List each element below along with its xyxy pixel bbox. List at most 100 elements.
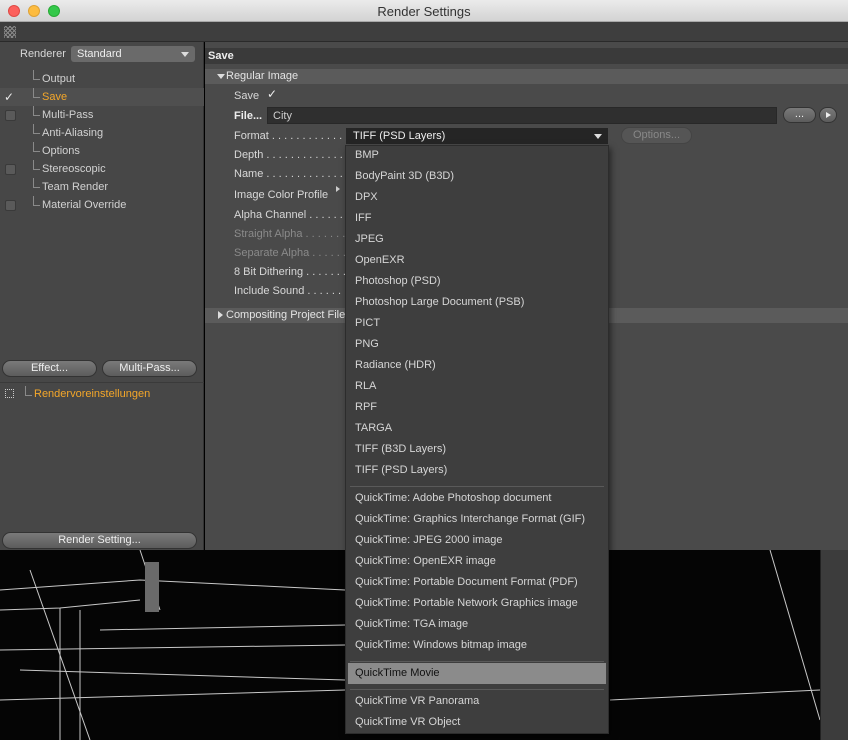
tree-branch-line — [33, 106, 40, 116]
tree-item-label: Options — [42, 145, 80, 157]
tree-item-label: Team Render — [42, 181, 109, 193]
tree-item[interactable]: Multi-Pass — [0, 106, 204, 124]
format-option[interactable]: IFF — [348, 208, 606, 229]
image-color-profile-label: Image Color Profile — [234, 189, 329, 201]
format-option[interactable]: PNG — [348, 334, 606, 355]
renderer-value: Standard — [77, 48, 122, 60]
include-sound-label: Include Sound . . . . . . . — [234, 285, 348, 297]
tree-item-label: Multi-Pass — [42, 109, 94, 121]
tree-item[interactable]: Team Render — [0, 178, 204, 196]
regular-image-section[interactable]: Regular Image — [205, 69, 848, 84]
depth-label: Depth . . . . . . . . . . . . . — [234, 149, 343, 161]
format-option[interactable]: OpenEXR — [348, 250, 606, 271]
tree-branch-line — [25, 386, 32, 396]
format-option[interactable]: TIFF (PSD Layers) — [348, 460, 606, 481]
chevron-down-icon — [181, 52, 189, 57]
format-option[interactable]: Photoshop (PSD) — [348, 271, 606, 292]
settings-tree: Output ✓ Save Multi-Pass Anti-Aliasing Option… — [0, 70, 204, 214]
format-option[interactable]: QuickTime VR Panorama — [348, 691, 606, 712]
format-option[interactable]: QuickTime: Windows bitmap image — [348, 635, 606, 656]
expand-down-icon — [217, 74, 225, 79]
format-option[interactable]: QuickTime: Graphics Interchange Format (… — [348, 509, 606, 530]
grip-icon[interactable] — [4, 26, 16, 38]
format-select[interactable]: TIFF (PSD Layers) — [346, 128, 608, 144]
tree-item[interactable]: Options — [0, 142, 204, 160]
panel-header: Save — [205, 48, 848, 64]
format-option[interactable]: BodyPaint 3D (B3D) — [348, 166, 606, 187]
viewport-scrollbar[interactable] — [820, 550, 848, 740]
format-option[interactable]: QuickTime: TGA image — [348, 614, 606, 635]
tree-item-label: Output — [42, 73, 76, 85]
format-option[interactable]: QuickTime Movie — [348, 663, 606, 684]
checkmark-icon[interactable]: ✓ — [4, 88, 14, 106]
format-option[interactable]: QuickTime: Adobe Photoshop document — [348, 488, 606, 509]
format-value: TIFF (PSD Layers) — [353, 130, 446, 142]
format-option[interactable]: TIFF (B3D Layers) — [348, 439, 606, 460]
tree-checkbox[interactable] — [5, 110, 16, 121]
section-label: Regular Image — [226, 70, 299, 82]
format-option[interactable]: DPX — [348, 187, 606, 208]
tree-branch-line — [33, 88, 40, 98]
alpha-channel-label: Alpha Channel . . . . . . . . — [234, 209, 349, 239]
straight-alpha-label: Straight Alpha . . . . . . . — [234, 228, 346, 240]
menu-separator — [350, 486, 604, 487]
tree-item-label: Anti-Aliasing — [42, 127, 104, 139]
dithering-label: 8 Bit Dithering . . . . . . . . — [234, 266, 346, 296]
menu-separator — [350, 689, 604, 690]
format-option[interactable]: TARGA — [348, 418, 606, 439]
file-path-field[interactable]: City — [267, 107, 777, 124]
render-setting-button[interactable]: Render Setting... — [2, 532, 197, 549]
submenu-arrow-icon — [336, 186, 340, 192]
preset-row[interactable]: Rendervoreinstellungen — [0, 382, 204, 402]
format-option[interactable]: Photoshop Large Document (PSB) — [348, 292, 606, 313]
save-label: Save — [234, 90, 260, 102]
tree-branch-line — [33, 70, 40, 80]
format-option[interactable]: RPF — [348, 397, 606, 418]
format-option[interactable]: QuickTime: Portable Network Graphics ima… — [348, 593, 606, 614]
tree-checkbox[interactable] — [5, 164, 16, 175]
tree-branch-line — [33, 142, 40, 152]
menu-separator — [350, 661, 604, 662]
tree-item[interactable]: Material Override — [0, 196, 204, 214]
format-option[interactable]: PICT — [348, 313, 606, 334]
name-label: Name . . . . . . . . . . . . . — [234, 168, 343, 180]
format-option[interactable]: QuickTime: OpenEXR image — [348, 551, 606, 572]
tree-checkbox[interactable] — [5, 200, 16, 211]
format-option[interactable]: QuickTime VR Object — [348, 712, 606, 733]
arrow-right-icon[interactable] — [819, 107, 837, 123]
renderer-select[interactable]: Standard — [71, 46, 195, 62]
format-label: Format . . . . . . . . . . . . — [234, 130, 343, 142]
tree-item-label: Material Override — [42, 199, 127, 211]
preset-label: Rendervoreinstellungen — [34, 388, 151, 400]
browse-button[interactable]: ... — [783, 107, 816, 123]
expand-right-icon — [218, 311, 223, 319]
format-option[interactable]: RLA — [348, 376, 606, 397]
section-label: Compositing Project File — [226, 309, 346, 321]
scene-object — [145, 562, 159, 612]
toolbar — [0, 22, 848, 42]
tree-item[interactable]: Output — [0, 70, 204, 88]
format-dropdown-menu: BMP BodyPaint 3D (B3D) DPX IFF JPEG OpenEXR Ph… — [345, 145, 609, 734]
renderer-label: Renderer — [20, 48, 66, 60]
format-option[interactable]: JPEG — [348, 229, 606, 250]
separate-alpha-label: Separate Alpha . . . . . . — [234, 247, 346, 259]
window-title: Render Settings — [377, 4, 471, 19]
tree-branch-line — [33, 160, 40, 170]
format-option[interactable]: QuickTime: JPEG 2000 image — [348, 530, 606, 551]
title-bar: Render Settings — [0, 0, 848, 22]
renderer-row: Renderer Standard — [0, 45, 204, 65]
effect-button[interactable]: Effect... — [2, 360, 97, 377]
tree-item[interactable]: Stereoscopic — [0, 160, 204, 178]
tree-item[interactable]: ✓ Save — [0, 88, 204, 106]
options-button[interactable]: Options... — [621, 127, 692, 144]
multipass-button[interactable]: Multi-Pass... — [102, 360, 197, 377]
save-checkbox[interactable]: ✓ — [267, 87, 277, 101]
tree-branch-line — [33, 196, 40, 206]
tree-item[interactable]: Anti-Aliasing — [0, 124, 204, 142]
format-option[interactable]: BMP — [348, 145, 606, 166]
chevron-down-icon — [594, 134, 602, 139]
format-option[interactable]: QuickTime: Portable Document Format (PDF… — [348, 572, 606, 593]
format-option[interactable]: Radiance (HDR) — [348, 355, 606, 376]
left-panel: Renderer Standard Output ✓ Save Multi-Pass A… — [0, 42, 204, 550]
tree-branch-line — [33, 124, 40, 134]
